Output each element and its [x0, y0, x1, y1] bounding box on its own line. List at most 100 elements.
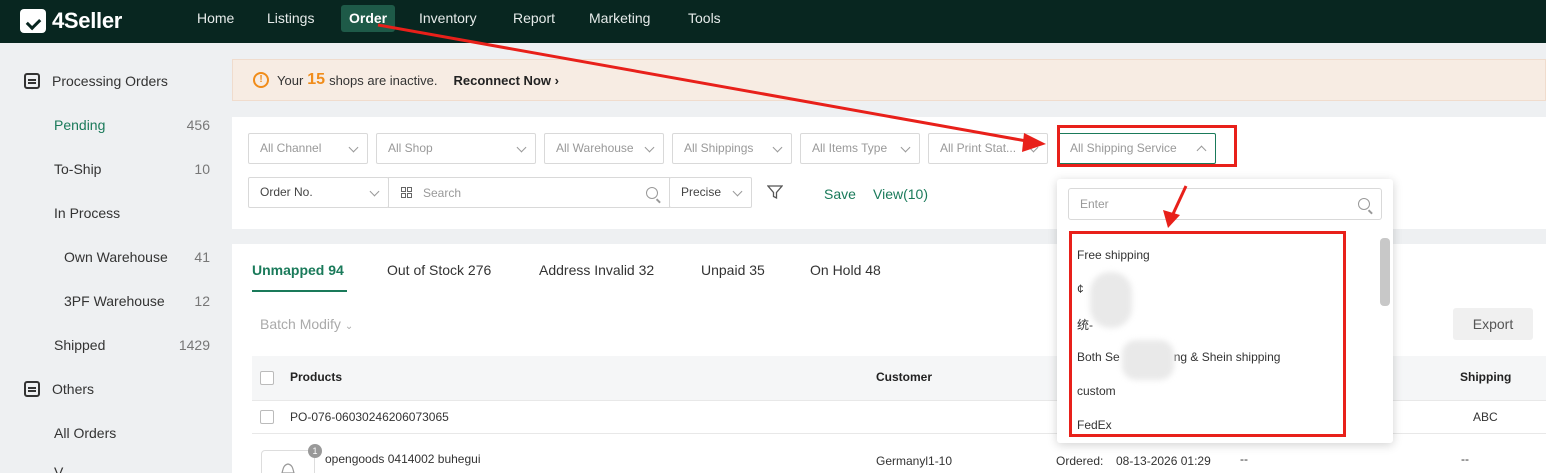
annotation-highlight-select: [1057, 125, 1237, 167]
chevron-down-icon: [772, 142, 783, 153]
sidebar-item-in-process[interactable]: In Process: [54, 203, 210, 223]
nav-order[interactable]: Order: [341, 5, 396, 32]
sidebar-section-others[interactable]: Others: [24, 379, 94, 399]
sidebar-item-count: 12: [194, 293, 210, 309]
tab-unpaid[interactable]: Unpaid 35: [701, 262, 765, 278]
customer-name: Germanyl1-10: [876, 454, 953, 468]
warehouse-select[interactable]: All Warehouse: [544, 133, 664, 164]
clipboard-icon: [24, 73, 40, 89]
dash-value: --: [1461, 452, 1469, 466]
ordered-label: Ordered:: [1056, 454, 1104, 468]
sidebar-item-all-orders[interactable]: All Orders: [54, 423, 210, 443]
search-input[interactable]: Search: [388, 177, 670, 208]
reconnect-now-link[interactable]: Reconnect Now ›: [453, 73, 558, 88]
brand-name: 4Seller: [52, 8, 123, 33]
batch-modify-button[interactable]: Batch Modify ⌄: [260, 316, 353, 332]
dropdown-scrollbar[interactable]: [1380, 238, 1390, 306]
save-filter-button[interactable]: Save: [824, 186, 856, 202]
sidebar-item-count: 10: [194, 161, 210, 177]
annotation-highlight-options: [1069, 231, 1346, 437]
search-icon[interactable]: [646, 187, 658, 199]
sidebar-item-shipped[interactable]: Shipped 1429: [54, 335, 210, 355]
nav-report[interactable]: Report: [505, 5, 563, 32]
sidebar-item-label: V...: [54, 464, 74, 473]
sidebar-item-label: In Process: [54, 205, 121, 221]
tab-on-hold[interactable]: On Hold 48: [810, 262, 881, 278]
search-placeholder: Search: [423, 186, 462, 200]
select-value: All Items Type: [812, 141, 888, 155]
sidebar-section-processing[interactable]: Processing Orders: [24, 71, 168, 91]
dropdown-search-placeholder: Enter: [1080, 197, 1109, 211]
shippings-select[interactable]: All Shippings: [672, 133, 792, 164]
sidebar-item-label: 3PF Warehouse: [64, 293, 165, 309]
product-name[interactable]: opengoods 0414002 buhegui: [325, 452, 480, 466]
nav-tools[interactable]: Tools: [680, 5, 729, 32]
items-type-select[interactable]: All Items Type: [800, 133, 920, 164]
grid-icon: [401, 187, 413, 199]
print-status-select[interactable]: All Print Stat...: [928, 133, 1048, 164]
ordered-date: 08-13-2026 01:29: [1116, 454, 1211, 468]
sidebar-item-3pf-warehouse[interactable]: 3PF Warehouse 12: [64, 291, 210, 311]
sidebar-item-own-warehouse[interactable]: Own Warehouse 41: [64, 247, 210, 267]
brand-logo[interactable]: 4Seller: [20, 7, 122, 35]
sidebar-section-label: Processing Orders: [52, 73, 168, 89]
select-value: All Channel: [260, 141, 322, 155]
sidebar-item-label: Own Warehouse: [64, 249, 168, 265]
nav-inventory[interactable]: Inventory: [411, 5, 485, 32]
select-value: All Warehouse: [556, 141, 634, 155]
sidebar-item-label: Shipped: [54, 337, 106, 353]
reconnect-label: Reconnect Now: [453, 72, 551, 88]
banner-suffix: shops are inactive.: [329, 72, 438, 88]
sidebar-item-count: 456: [186, 117, 210, 133]
channel-select[interactable]: All Channel: [248, 133, 368, 164]
nav-home[interactable]: Home: [189, 5, 242, 32]
select-value: All Shippings: [684, 141, 754, 155]
select-value: Precise: [681, 185, 722, 199]
column-customer: Customer: [876, 370, 933, 384]
tab-out-of-stock[interactable]: Out of Stock 276: [387, 262, 491, 278]
precise-select[interactable]: Precise: [669, 177, 752, 208]
order-shipping-value: ABC: [1473, 410, 1498, 424]
sidebar-item-label: Pending: [54, 117, 106, 133]
column-shipping: Shipping: [1460, 370, 1512, 384]
select-value: All Shop: [388, 141, 433, 155]
select-value: Order No.: [260, 185, 313, 199]
chevron-down-icon: ⌄: [344, 321, 354, 332]
search-icon: [1358, 198, 1370, 210]
order-po-number: PO-076-06030246206073065: [290, 410, 449, 424]
row-checkbox[interactable]: [260, 410, 274, 424]
sidebar-item-label: All Orders: [54, 425, 117, 441]
clipboard-icon: [24, 381, 40, 397]
chevron-down-icon: [900, 142, 911, 153]
tab-address-invalid[interactable]: Address Invalid 32: [539, 262, 654, 278]
sidebar-item-count: 1429: [178, 337, 210, 353]
sidebar-item-partial[interactable]: V...: [54, 462, 210, 473]
tab-unmapped[interactable]: Unmapped 94: [252, 262, 344, 278]
banner-prefix: Your: [277, 72, 304, 88]
select-all-checkbox[interactable]: [260, 371, 274, 385]
chevron-right-icon: ›: [554, 72, 559, 88]
dropdown-search-input[interactable]: Enter: [1068, 188, 1382, 220]
banner-count: 15: [307, 71, 326, 88]
bell-icon: [281, 463, 295, 473]
sidebar-section-label: Others: [52, 381, 95, 397]
dash-value: --: [1240, 452, 1248, 466]
product-thumbnail[interactable]: [261, 450, 315, 473]
view-saved-filters-button[interactable]: View(10): [873, 186, 928, 202]
nav-listings[interactable]: Listings: [259, 5, 322, 32]
top-nav-bar: 4Seller Home Listings Order Inventory Re…: [0, 0, 1546, 43]
order-no-select[interactable]: Order No.: [248, 177, 389, 208]
sidebar-item-label: To-Ship: [54, 161, 102, 177]
warning-icon: !: [253, 72, 269, 88]
chevron-down-icon: [1028, 142, 1039, 153]
batch-modify-label: Batch Modify: [260, 316, 341, 332]
shop-select[interactable]: All Shop: [376, 133, 536, 164]
chevron-down-icon: [348, 142, 359, 153]
export-button[interactable]: Export: [1453, 308, 1533, 340]
sidebar-item-pending[interactable]: Pending 456: [54, 115, 210, 135]
nav-marketing[interactable]: Marketing: [581, 5, 658, 32]
inactive-shops-banner: ! Your 15 shops are inactive. Reconnect …: [232, 59, 1546, 101]
filter-funnel-icon[interactable]: [767, 184, 783, 200]
active-tab-indicator: [252, 290, 347, 292]
sidebar-item-to-ship[interactable]: To-Ship 10: [54, 159, 210, 179]
